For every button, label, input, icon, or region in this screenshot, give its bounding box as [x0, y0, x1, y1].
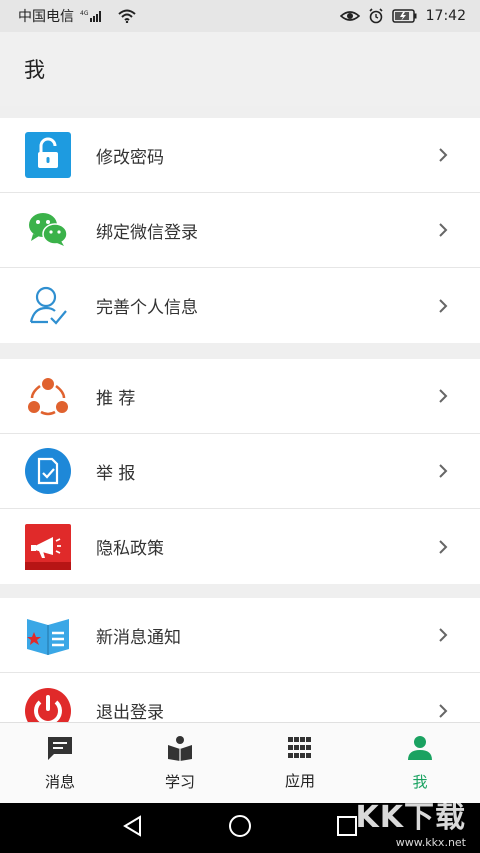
share-network-icon: [24, 372, 72, 420]
menu-label: 举 报: [96, 463, 136, 484]
signal-icon: 4G: [80, 9, 112, 23]
unlock-icon: [24, 131, 72, 179]
tab-label: 学习: [164, 772, 195, 791]
user-check-icon: [24, 282, 72, 330]
watermark-url: www.kkx.net: [395, 836, 466, 849]
settings-group-general: 推 荐 举 报 隐私政策: [0, 359, 480, 584]
chevron-right-icon: [436, 461, 450, 481]
reader-icon: [166, 735, 194, 765]
back-icon[interactable]: [122, 815, 144, 841]
page-header: 我: [0, 32, 480, 106]
menu-item-privacy-policy[interactable]: 隐私政策: [0, 509, 480, 584]
alarm-icon: [368, 8, 384, 24]
home-icon[interactable]: [228, 814, 252, 842]
wifi-icon: [118, 9, 136, 23]
menu-item-change-password[interactable]: 修改密码: [0, 118, 480, 193]
watermark-text: KK下载: [355, 800, 466, 835]
menu-item-recommend[interactable]: 推 荐: [0, 359, 480, 434]
bottom-tab-bar: 消息 学习 应用 我: [0, 722, 480, 803]
network-type: 4G: [80, 10, 89, 17]
carrier-label: 中国电信: [18, 9, 74, 25]
menu-item-bind-wechat[interactable]: 绑定微信登录: [0, 193, 480, 268]
notification-book-icon: [24, 611, 72, 659]
person-icon: [407, 735, 433, 765]
tab-label: 应用: [284, 771, 315, 790]
settings-group-account: 修改密码 绑定微信登录 完善个人信息: [0, 118, 480, 343]
tab-apps[interactable]: 应用: [240, 723, 360, 803]
battery-icon: [391, 9, 418, 23]
grid-icon: [287, 736, 313, 764]
tab-label: 消息: [44, 772, 75, 791]
message-icon: [46, 735, 74, 765]
tab-messages[interactable]: 消息: [0, 723, 120, 803]
tab-study[interactable]: 学习: [120, 723, 240, 803]
chevron-right-icon: [436, 296, 450, 316]
menu-label: 修改密码: [96, 147, 164, 168]
watermark-logo: KK下载 www.kkx.net: [356, 792, 467, 849]
chevron-right-icon: [436, 537, 450, 557]
report-document-icon: [24, 447, 72, 495]
menu-label: 隐私政策: [96, 539, 164, 559]
chevron-right-icon: [436, 220, 450, 240]
chevron-right-icon: [436, 625, 450, 645]
menu-label: 退出登录: [96, 703, 164, 723]
page-title: 我: [24, 58, 45, 82]
chevron-right-icon: [436, 386, 450, 406]
tab-me[interactable]: 我: [360, 723, 480, 803]
tab-label: 我: [412, 772, 428, 791]
chevron-right-icon: [436, 701, 450, 721]
menu-item-report[interactable]: 举 报: [0, 434, 480, 509]
eye-icon: [339, 9, 360, 23]
system-navigation-bar: KK下载 www.kkx.net: [0, 800, 480, 853]
status-bar: 中国电信 4G 17:42: [0, 0, 480, 32]
megaphone-icon: [24, 523, 72, 571]
chevron-right-icon: [436, 145, 450, 165]
menu-label: 绑定微信登录: [96, 222, 198, 243]
wechat-icon: [24, 206, 72, 254]
menu-item-complete-profile[interactable]: 完善个人信息: [0, 268, 480, 343]
menu-label: 完善个人信息: [96, 298, 198, 318]
menu-label: 新消息通知: [96, 627, 181, 648]
clock-time: 17:42: [425, 8, 466, 24]
menu-item-new-message-notification[interactable]: 新消息通知: [0, 598, 480, 673]
menu-label: 推 荐: [96, 388, 136, 409]
